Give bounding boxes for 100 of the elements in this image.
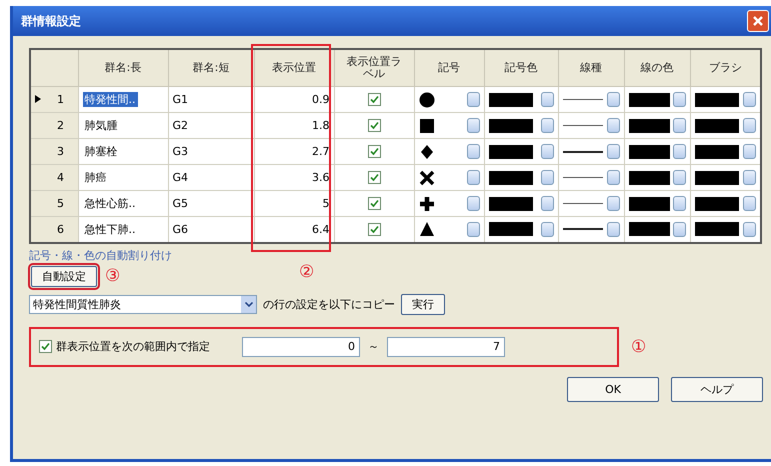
close-icon bbox=[752, 15, 764, 27]
dropdown-button[interactable] bbox=[673, 118, 686, 133]
dropdown-button[interactable] bbox=[743, 196, 756, 211]
row-header[interactable]: 3 bbox=[30, 138, 78, 164]
table-cell[interactable]: 5 bbox=[254, 190, 334, 216]
dropdown-button[interactable] bbox=[540, 118, 554, 133]
column-header: 群名:短 bbox=[168, 49, 254, 86]
dropdown-button[interactable] bbox=[540, 222, 554, 237]
table-cell[interactable]: G1 bbox=[168, 86, 254, 112]
dropdown-button[interactable] bbox=[743, 222, 756, 237]
group-dropdown[interactable]: 特発性間質性肺炎 bbox=[29, 294, 257, 314]
table-cell[interactable]: 急性心筋.. bbox=[78, 190, 168, 216]
dropdown-button[interactable] bbox=[743, 118, 756, 133]
table-cell[interactable]: G5 bbox=[168, 190, 254, 216]
dropdown-button[interactable] bbox=[466, 196, 480, 211]
color-swatch bbox=[488, 196, 532, 210]
table-cell[interactable]: 肺塞栓 bbox=[78, 138, 168, 164]
section-label: 記号・線・色の自動割り付け bbox=[29, 248, 172, 262]
table-cell[interactable]: G2 bbox=[168, 112, 254, 138]
table-cell[interactable]: 肺気腫 bbox=[78, 112, 168, 138]
dropdown-button[interactable] bbox=[466, 118, 480, 133]
dropdown-button[interactable] bbox=[673, 222, 686, 237]
color-swatch bbox=[488, 222, 532, 236]
dropdown-button[interactable] bbox=[673, 144, 686, 159]
window-title: 群情報設定 bbox=[21, 12, 81, 30]
label-checkbox[interactable] bbox=[368, 93, 380, 106]
dropdown-button[interactable] bbox=[743, 170, 756, 185]
color-swatch bbox=[628, 170, 670, 184]
color-swatch bbox=[628, 118, 670, 132]
column-header: 表示位置 bbox=[254, 49, 334, 86]
brush-swatch bbox=[694, 170, 738, 184]
callout-number: ① bbox=[631, 336, 646, 356]
brush-swatch bbox=[694, 222, 738, 236]
column-header: 記号 bbox=[414, 49, 484, 86]
dropdown-button[interactable] bbox=[743, 92, 756, 107]
column-header: 群名:長 bbox=[78, 49, 168, 86]
dropdown-button[interactable] bbox=[606, 118, 620, 133]
callout-number: ② bbox=[299, 262, 314, 282]
range-checkbox[interactable] bbox=[39, 340, 52, 353]
row-header[interactable]: 1 bbox=[30, 86, 78, 112]
color-swatch bbox=[488, 170, 532, 184]
column-header: ブラシ bbox=[690, 49, 761, 86]
dropdown-button[interactable] bbox=[466, 92, 480, 107]
close-button[interactable] bbox=[747, 10, 769, 32]
dropdown-button[interactable] bbox=[606, 196, 620, 211]
dropdown-button[interactable] bbox=[540, 144, 554, 159]
range-to-field[interactable]: 7 bbox=[387, 336, 505, 356]
copy-label: の行の設定を以下にコピー bbox=[263, 296, 395, 312]
row-header[interactable]: 2 bbox=[30, 112, 78, 138]
row-header[interactable]: 6 bbox=[30, 216, 78, 242]
dropdown-button[interactable] bbox=[540, 170, 554, 185]
label-checkbox[interactable] bbox=[368, 222, 380, 236]
color-swatch bbox=[488, 92, 532, 106]
row-header[interactable]: 4 bbox=[30, 164, 78, 190]
dropdown-button[interactable] bbox=[540, 196, 554, 211]
table-cell[interactable]: G4 bbox=[168, 164, 254, 190]
color-swatch bbox=[488, 144, 532, 158]
dropdown-button[interactable] bbox=[606, 170, 620, 185]
dropdown-button[interactable] bbox=[466, 170, 480, 185]
table-cell[interactable]: 2.7 bbox=[254, 138, 334, 164]
column-header: 記号色 bbox=[484, 49, 558, 86]
dropdown-button[interactable] bbox=[606, 92, 620, 107]
checkbox-label: 群表示位置を次の範囲内で指定 bbox=[56, 339, 210, 354]
brush-swatch bbox=[694, 92, 738, 106]
label-checkbox[interactable] bbox=[368, 119, 380, 132]
execute-button[interactable]: 実行 bbox=[401, 294, 445, 314]
dropdown-button[interactable] bbox=[673, 92, 686, 107]
label-checkbox[interactable] bbox=[368, 145, 380, 158]
table-cell[interactable]: 肺癌 bbox=[78, 164, 168, 190]
current-row-icon bbox=[35, 95, 41, 103]
table-cell[interactable]: 3.6 bbox=[254, 164, 334, 190]
color-swatch bbox=[628, 222, 670, 236]
brush-swatch bbox=[694, 118, 738, 132]
label-checkbox[interactable] bbox=[368, 197, 380, 210]
dropdown-button[interactable] bbox=[606, 222, 620, 237]
color-swatch bbox=[628, 144, 670, 158]
dropdown-button[interactable] bbox=[540, 92, 554, 107]
table-cell[interactable]: G3 bbox=[168, 138, 254, 164]
callout-number: ③ bbox=[105, 266, 120, 286]
column-header: 線の色 bbox=[624, 49, 690, 86]
row-header[interactable]: 5 bbox=[30, 190, 78, 216]
range-from-field[interactable]: 0 bbox=[242, 336, 360, 356]
help-button[interactable]: ヘルプ bbox=[671, 376, 763, 402]
color-swatch bbox=[628, 92, 670, 106]
dropdown-button[interactable] bbox=[466, 144, 480, 159]
label-checkbox[interactable] bbox=[368, 171, 380, 184]
range-separator: ～ bbox=[368, 339, 379, 354]
color-swatch bbox=[488, 118, 532, 132]
column-header: 線種 bbox=[558, 49, 624, 86]
dropdown-button[interactable] bbox=[743, 144, 756, 159]
dropdown-button[interactable] bbox=[673, 170, 686, 185]
table-cell[interactable]: 0.9 bbox=[254, 86, 334, 112]
brush-swatch bbox=[694, 196, 738, 210]
brush-swatch bbox=[694, 144, 738, 158]
table-cell[interactable]: 1.8 bbox=[254, 112, 334, 138]
dropdown-button[interactable] bbox=[466, 222, 480, 237]
table-cell[interactable]: 特発性間.. bbox=[78, 86, 168, 112]
dropdown-button[interactable] bbox=[673, 196, 686, 211]
ok-button[interactable]: OK bbox=[567, 376, 659, 402]
dropdown-button[interactable] bbox=[606, 144, 620, 159]
